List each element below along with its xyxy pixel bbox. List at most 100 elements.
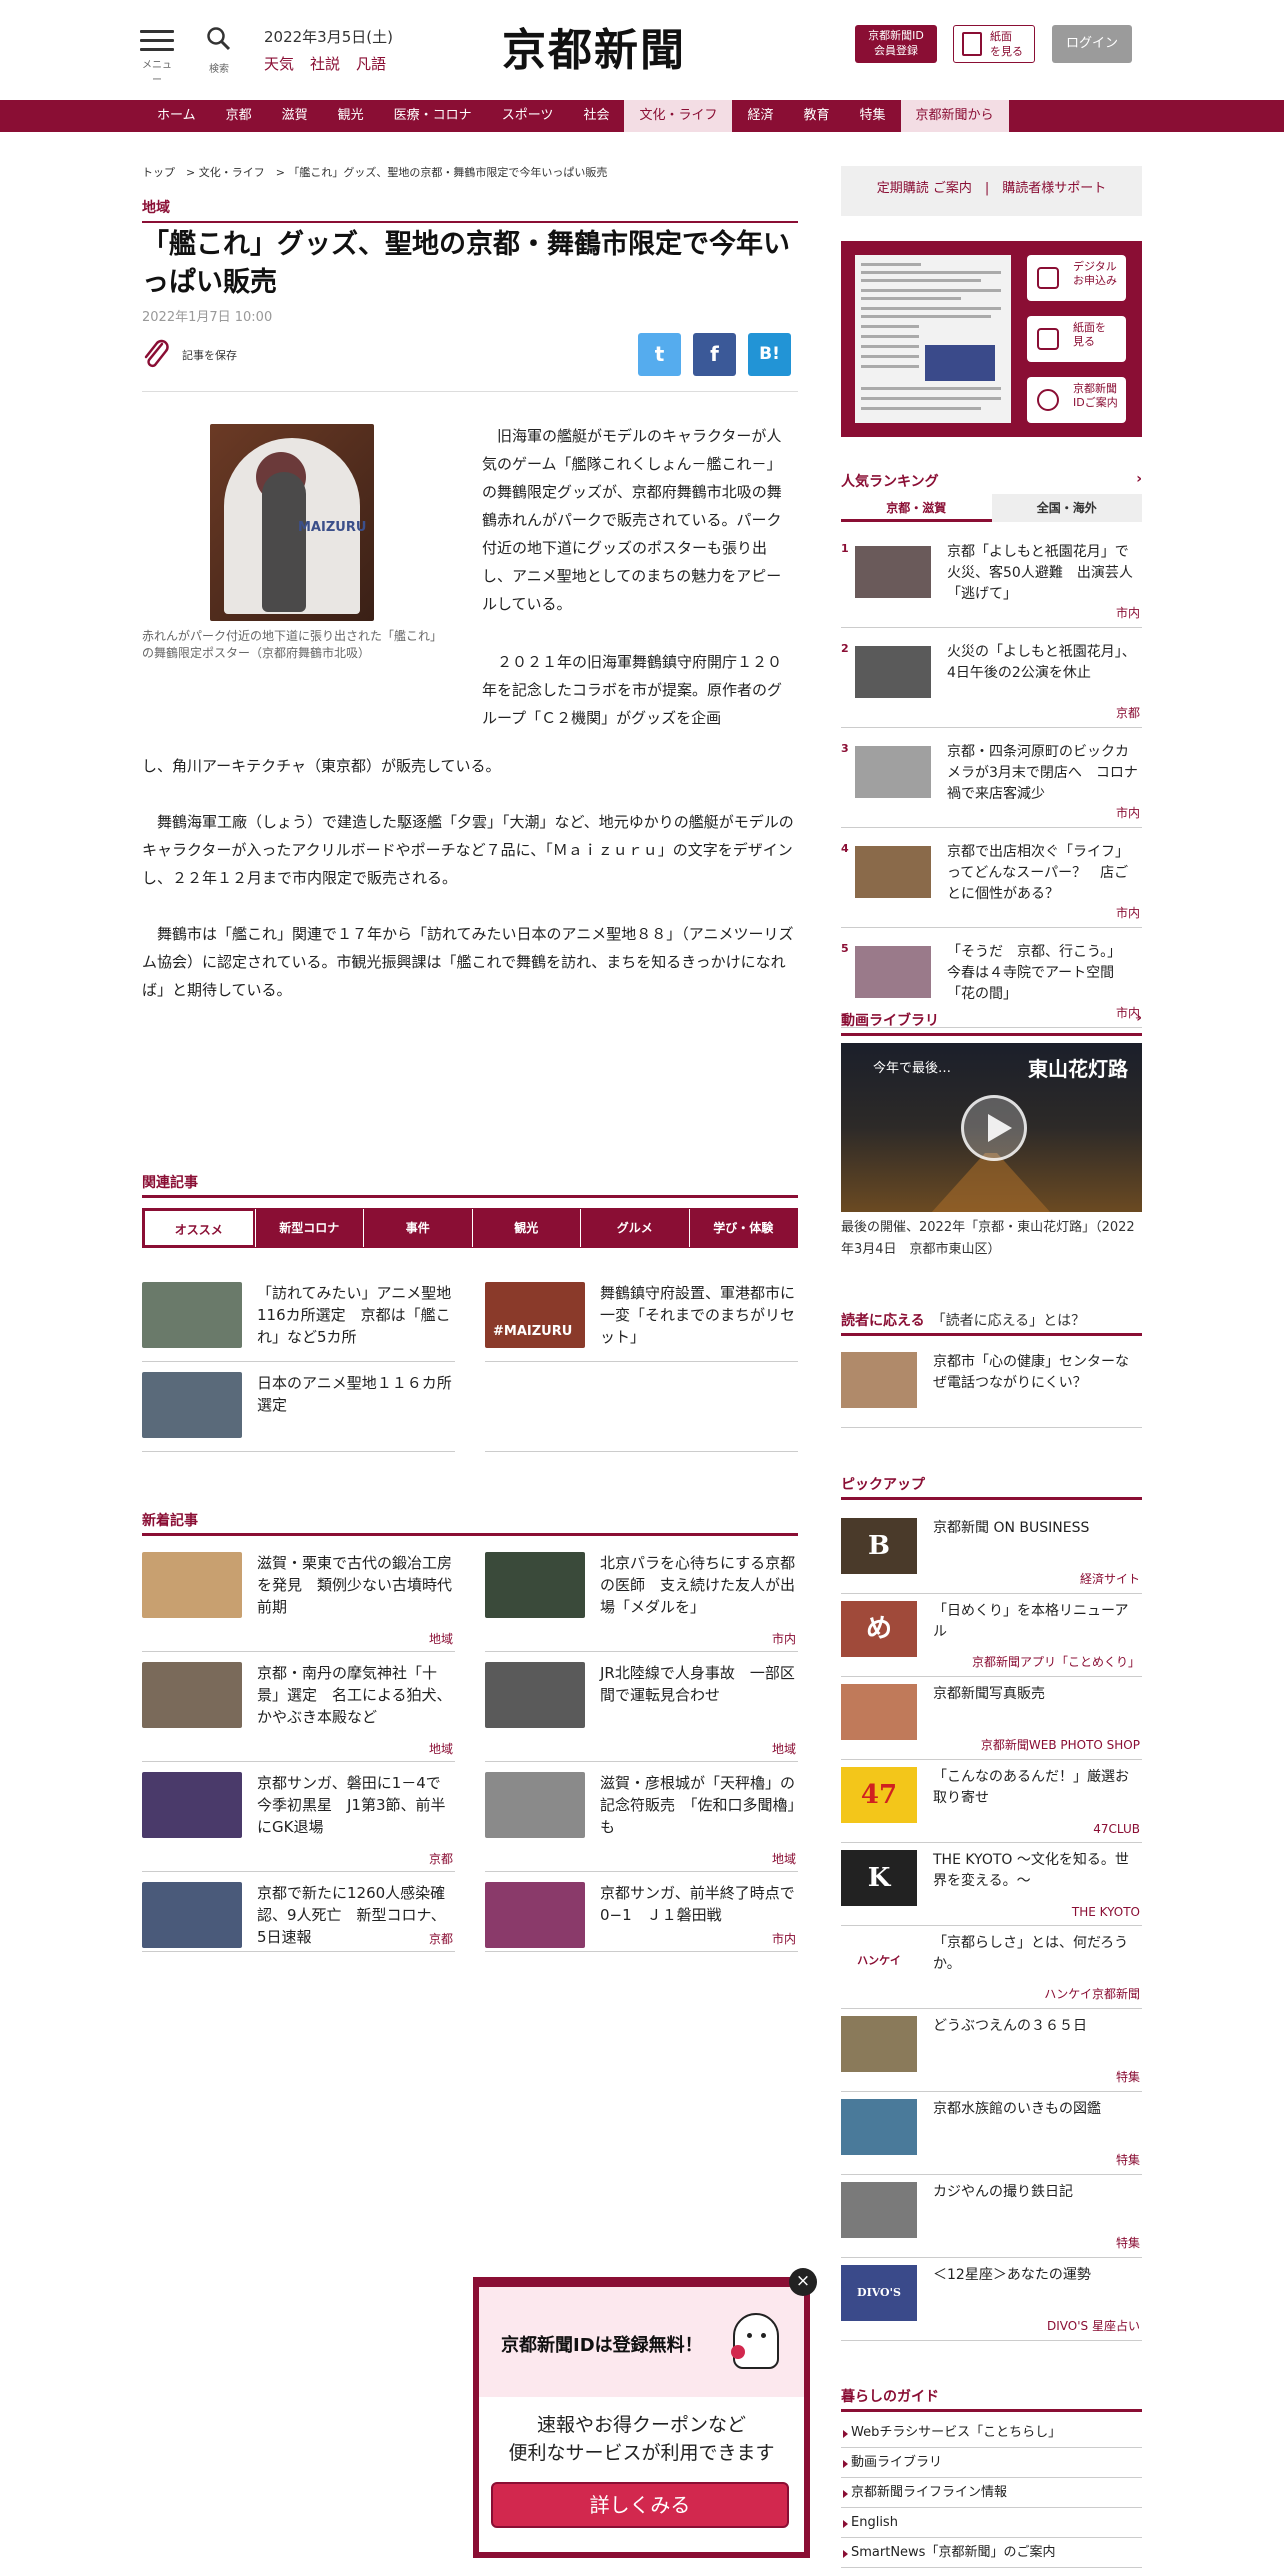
nav-economy[interactable]: 経済 — [732, 100, 788, 132]
member-register-button[interactable]: 京都新聞ID 会員登録 — [855, 25, 937, 63]
pickup-item[interactable]: 47 「こんなのあるんだ！」厳選お取り寄せ 47CLUB — [841, 1767, 1142, 1843]
pickup-item[interactable]: め 「日めくり」を本格リニューアル 京都新聞アプリ「ことめくり」 — [841, 1601, 1142, 1677]
video-title-text: 動画ライブラリ — [841, 1013, 939, 1029]
related-item[interactable]: 「訪れてみたい」アニメ聖地116カ所選定 京都は「艦これ」など5カ所 — [142, 1282, 455, 1362]
ranking-item[interactable]: 2 火災の「よしもと祇園花月」、4日午後の2公演を休止 京都 — [841, 642, 1142, 728]
editorial-link[interactable]: 社説 — [310, 55, 340, 73]
bongo-link[interactable]: 凡語 — [356, 55, 386, 73]
article-title: 「艦これ」グッズ、聖地の京都・舞鶴市限定で今年いっぱい販売 — [142, 229, 790, 298]
tab-recommended[interactable]: オススメ — [143, 1209, 255, 1247]
tab-learning[interactable]: 学び・体験 — [688, 1209, 798, 1247]
related-item[interactable]: #MAIZURU 舞鶴鎮守府設置、軍港都市に一変「それまでのまちがリセット」 — [485, 1282, 798, 1362]
play-icon[interactable] — [961, 1095, 1027, 1161]
breadcrumb[interactable]: トップ > 文化・ライフ > 「艦これ」グッズ、聖地の京都・舞鶴市限定で今年いっ… — [142, 164, 607, 180]
guide-link[interactable]: Webチラシサービス「ことちらし」 — [841, 2418, 1142, 2448]
twitter-share-button[interactable]: t — [638, 333, 681, 376]
news-item[interactable]: JR北陸線で人身事故 一部区間で運転見合わせ 地域 — [485, 1662, 798, 1762]
nav-feature[interactable]: 特集 — [845, 100, 901, 132]
pickup-item[interactable]: どうぶつえんの３６５日 特集 — [841, 2016, 1142, 2092]
pickup-item[interactable]: 京都新聞写真販売 京都新聞WEB PHOTO SHOP — [841, 1684, 1142, 1760]
ranking-item[interactable]: 4 京都で出店相次ぐ「ライフ」ってどんなスーパー？ 店ごとに個性がある？ 市内 — [841, 842, 1142, 928]
guide-link[interactable]: 動画ライブラリ — [841, 2448, 1142, 2478]
popup-body: 速報やお得クーポンなど 便利なサービスが利用できます — [479, 2411, 804, 2467]
weather-link[interactable]: 天気 — [264, 55, 294, 73]
news-item[interactable]: 滋賀・彦根城が「天秤櫓」の記念符販売 「佐和口多聞櫓」も 地域 — [485, 1772, 798, 1872]
pickup-source: 京都新聞アプリ「ことめくり」 — [971, 1655, 1140, 1669]
guide-link[interactable]: English — [841, 2508, 1142, 2538]
rank-number: 3 — [841, 742, 849, 755]
pickup-logo-mark: ハンケイ — [857, 1954, 901, 1967]
pickup-title: 京都新聞 ON BUSINESS — [933, 1520, 1090, 1536]
tab-national[interactable]: 全国・海外 — [991, 494, 1142, 522]
tab-gourmet[interactable]: グルメ — [580, 1209, 689, 1247]
pickup-thumbnail: 47 — [841, 1767, 917, 1823]
nav-home[interactable]: ホーム — [142, 100, 211, 132]
pickup-item[interactable]: K THE KYOTO ～文化を知る。世界を変える。～ THE KYOTO — [841, 1850, 1142, 1926]
nav-society[interactable]: 社会 — [568, 100, 624, 132]
guide-link[interactable]: SmartNews「京都新聞」のご案内 — [841, 2538, 1142, 2568]
view-paper-button[interactable]: 紙面 を見る — [953, 25, 1035, 63]
news-thumbnail — [142, 1662, 242, 1728]
nav-culture[interactable]: 文化・ライフ — [624, 100, 733, 132]
paragraph-1: 旧海軍の艦艇がモデルのキャラクターが人気のゲーム「艦隊これくしょん－艦これ－」の… — [482, 427, 782, 613]
reader-item[interactable]: 京都市「心の健康」センターなぜ電話つながりにくい？ — [841, 1352, 1142, 1428]
menu-button[interactable]: メニュー — [140, 30, 174, 86]
facebook-icon: f — [710, 342, 719, 366]
login-button[interactable]: ログイン — [1052, 25, 1132, 63]
newspaper-preview[interactable] — [855, 255, 1011, 423]
pickup-item[interactable]: B 京都新聞 ON BUSINESS 経済サイト — [841, 1518, 1142, 1594]
digital-subscribe-button[interactable]: デジタル お申込み — [1027, 255, 1126, 301]
video-player[interactable]: 今年で最後… 東山花灯路 — [841, 1043, 1142, 1212]
article-category[interactable]: 地域 — [142, 197, 798, 223]
tab-kyoto-shiga[interactable]: 京都・滋賀 — [841, 494, 992, 522]
related-item[interactable]: 日本のアニメ聖地１１６カ所選定 — [142, 1372, 455, 1452]
save-article-label: 記事を保存 — [182, 349, 237, 362]
site-logo[interactable]: 京都新聞 — [502, 14, 686, 78]
nav-tourism[interactable]: 観光 — [323, 100, 379, 132]
date-box: 2022年3月5日(土) 天気 社説 凡語 — [264, 26, 402, 74]
news-item[interactable]: 京都で新たに1260人感染確認、9人死亡 新型コロナ、5日速報 京都 — [142, 1882, 455, 1952]
news-item[interactable]: 京都サンガ、前半終了時点で0−1 Ｊ１磐田戦 市内 — [485, 1882, 798, 1952]
popup-details-button[interactable]: 詳しくみる — [491, 2482, 789, 2528]
popup-close-icon[interactable]: × — [789, 2268, 817, 2296]
guide-link[interactable]: 京都新聞ライフライン情報 — [841, 2478, 1142, 2508]
view-paper-side-button[interactable]: 紙面を 見る — [1027, 316, 1126, 362]
news-item[interactable]: 京都サンガ、磐田に1－4で今季初黒星 J1第3節、前半にGK退場 京都 — [142, 1772, 455, 1872]
ranking-item[interactable]: 3 京都・四条河原町のビックカメラが3月末で閉店へ コロナ禍で来店客減少 市内 — [841, 742, 1142, 828]
hatena-icon: B! — [759, 344, 780, 364]
nav-from-kyoto-np[interactable]: 京都新聞から — [900, 100, 1009, 132]
pickup-item[interactable]: DIVO'S ＜12星座＞あなたの運勢 DIVO'S 星座占い — [841, 2265, 1142, 2341]
nav-sports[interactable]: スポーツ — [487, 100, 569, 132]
video-library-title[interactable]: 動画ライブラリ › — [841, 1010, 1142, 1036]
article-photo[interactable]: MAIZURU — [210, 424, 374, 621]
member-btn-line2: 会員登録 — [874, 44, 918, 57]
hatena-share-button[interactable]: B! — [748, 333, 791, 376]
nav-education[interactable]: 教育 — [788, 100, 844, 132]
tab-covid[interactable]: 新型コロナ — [254, 1209, 364, 1247]
search-button[interactable]: 検索 — [204, 26, 234, 75]
pickup-item[interactable]: カジやんの撮り鉄日記 特集 — [841, 2182, 1142, 2258]
nav-kyoto[interactable]: 京都 — [211, 100, 267, 132]
mascot-icon — [731, 2313, 779, 2369]
subscription-links[interactable]: 定期購読 ご案内 | 購読者様サポート — [841, 166, 1142, 216]
ranking-item[interactable]: 1 京都「よしもと祇園花月」で火災、客50人避難 出演芸人「逃げて」 市内 — [841, 542, 1142, 628]
news-item[interactable]: 北京パラを心待ちにする京都の医師 支え続けた友人が出場「メダルを」 市内 — [485, 1552, 798, 1652]
tab-incident[interactable]: 事件 — [363, 1209, 472, 1247]
save-article-button[interactable]: 記事を保存 — [142, 338, 237, 372]
reader-about-link[interactable]: 「読者に応える」とは？ — [939, 1313, 1086, 1329]
twitter-icon: t — [654, 342, 665, 366]
menu-label: メニュー — [142, 60, 172, 86]
tab-tourism[interactable]: 観光 — [471, 1209, 581, 1247]
nav-medical[interactable]: 医療・コロナ — [379, 100, 487, 132]
pickup-item[interactable]: ハンケイ 「京都らしさ」とは、何だろうか。 ハンケイ京都新聞 — [841, 1933, 1142, 2009]
ranking-tag: 市内 — [1115, 806, 1140, 820]
paragraph-3: 舞鶴海軍工廠（しょう）で建造した駆逐艦「夕雲」「大潮」など、地元ゆかりの艦艇がモ… — [142, 813, 794, 887]
news-item[interactable]: 京都・南丹の摩気神社「十景」選定 名工による狛犬、かやぶき本殿など 地域 — [142, 1662, 455, 1762]
pickup-item[interactable]: 京都水族館のいきもの図鑑 特集 — [841, 2099, 1142, 2175]
pickup-source: 京都新聞WEB PHOTO SHOP — [980, 1738, 1140, 1752]
nav-shiga[interactable]: 滋賀 — [267, 100, 323, 132]
facebook-share-button[interactable]: f — [693, 333, 736, 376]
reader-section-title[interactable]: 読者に応える 「読者に応える」とは？ — [841, 1310, 1142, 1336]
id-info-button[interactable]: 京都新聞 IDご案内 — [1027, 377, 1126, 423]
news-item[interactable]: 滋賀・栗東で古代の鍛冶工房を発見 類例少ない古墳時代前期 地域 — [142, 1552, 455, 1652]
